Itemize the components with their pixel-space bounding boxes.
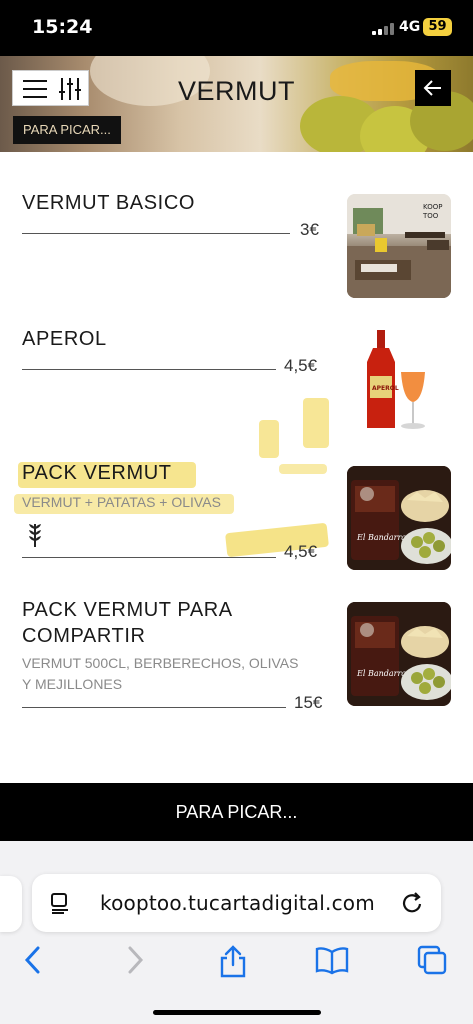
item-photo: KOOP TOO [347,194,451,298]
url-text: kooptoo.tucartadigital.com [100,891,375,915]
glass-brand-text: El Bandarra [356,533,406,542]
item-price: 4,5€ [284,542,318,561]
item-divider [22,707,286,708]
home-indicator [153,1010,321,1015]
menu-item[interactable]: APEROL 4,5€ APEROL [0,326,473,474]
network-type: 4G [399,19,421,35]
item-photo: El Bandarra [347,602,451,706]
reload-icon[interactable] [402,891,424,920]
item-description-line: Y MEJILLONES [22,676,123,692]
forward-icon[interactable] [124,944,146,981]
menu-item[interactable]: PACK VERMUT PARA COMPARTIR VERMUT 500CL,… [0,597,473,717]
hamburger-icon[interactable] [23,79,47,99]
item-divider [22,557,276,558]
next-category-button[interactable]: PARA PICAR... [0,783,473,841]
status-time: 15:24 [32,16,93,38]
address-bar[interactable]: kooptoo.tucartadigital.com [32,874,441,932]
item-price: 15€ [294,693,323,712]
item-description-line: VERMUT 500CL, BERBERECHOS, OLIVAS [22,655,299,671]
wheat-icon [26,522,44,553]
previous-tab-peek[interactable] [0,876,22,932]
item-price: 3€ [300,220,319,239]
item-name: PACK VERMUT [22,462,172,484]
terrace-logo-text: KOOP [423,203,442,211]
item-divider [22,233,290,234]
bookmarks-icon[interactable] [314,944,350,981]
tabs-icon[interactable] [416,944,448,981]
item-price: 4,5€ [284,356,318,375]
item-photo: El Bandarra [347,466,451,570]
menu-item[interactable]: PACK VERMUT VERMUT + PATATAS + OLIVAS 4,… [0,460,473,580]
item-name-line: PACK VERMUT PARA [22,599,233,621]
filter-sliders-icon[interactable] [59,77,81,101]
item-name: VERMUT BASICO [22,192,196,214]
item-name-line: COMPARTIR [22,625,146,647]
terrace-logo-text: TOO [422,212,439,220]
glass-brand-text: El Bandarra [356,669,406,678]
header-banner: VERMUT PARA PICAR... [0,56,473,152]
item-divider [22,369,276,370]
back-icon[interactable] [22,944,44,981]
aperol-label-text: APEROL [372,385,399,392]
item-description: VERMUT + PATATAS + OLIVAS [22,494,221,510]
status-bar: 15:24 4G 59 [0,0,473,56]
page-icon[interactable] [50,892,72,919]
category-tag-button[interactable]: PARA PICAR... [13,116,121,144]
back-arrow-icon[interactable] [415,70,451,106]
cellular-signal-icon [372,23,394,35]
item-name: APEROL [22,328,107,350]
browser-toolbar [0,841,473,1024]
item-photo: APEROL [347,328,451,432]
menu-item[interactable]: VERMUT BASICO 3€ KOOP TOO [0,190,473,305]
menu-controls [12,70,89,106]
share-icon[interactable] [218,944,248,983]
battery-icon: 59 [423,18,452,36]
